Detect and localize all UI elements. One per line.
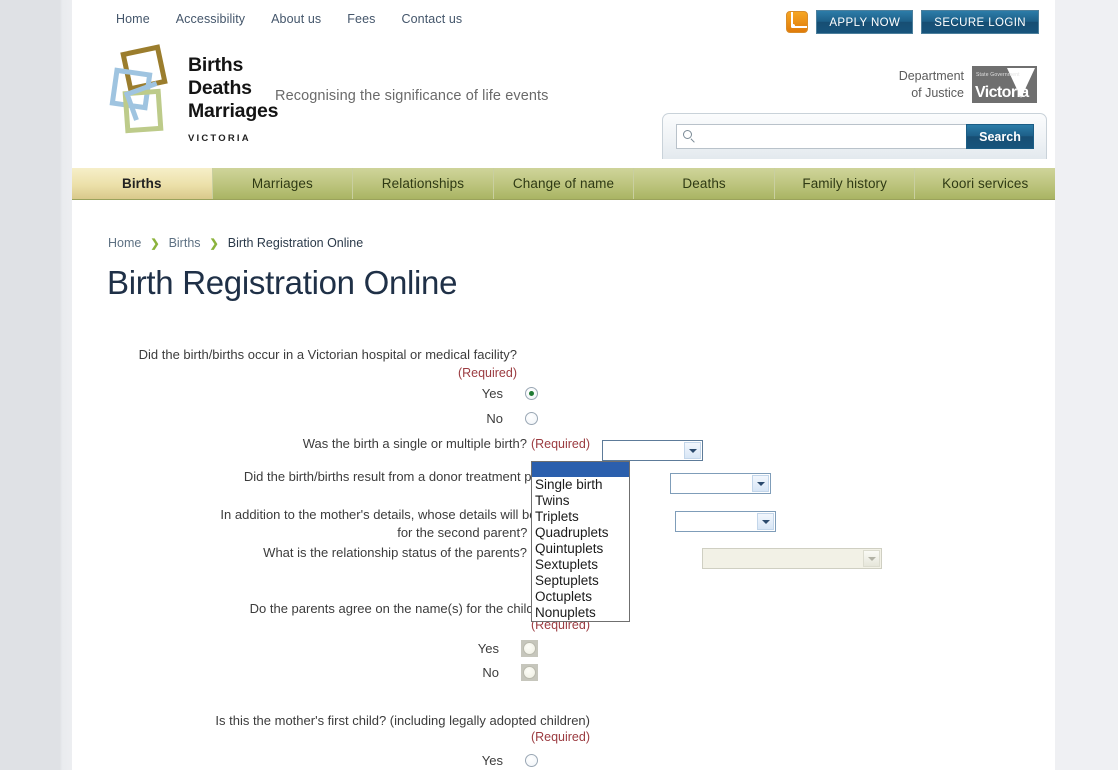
- main-nav: Births Marriages Relationships Change of…: [72, 168, 1056, 200]
- breadcrumb-item-current: Birth Registration Online: [227, 236, 364, 250]
- nav-item-change-of-name[interactable]: Change of name: [493, 168, 635, 199]
- department-line-1: Department: [898, 68, 964, 83]
- logo-line-marriages: Marriages: [188, 100, 279, 122]
- question-1-no-label: No: [486, 411, 503, 426]
- question-7-yes-radio[interactable]: [525, 754, 538, 767]
- question-6-no-radio: [523, 666, 536, 679]
- question-4-select[interactable]: [675, 511, 776, 532]
- question-7-required: (Required): [530, 730, 590, 744]
- utility-nav-item-about-us[interactable]: About us: [271, 12, 321, 26]
- logo-line-births: Births: [188, 54, 244, 76]
- search-input[interactable]: [676, 124, 966, 149]
- question-6-yes-radio: [523, 642, 536, 655]
- question-6-no-row: No: [72, 664, 538, 681]
- dropdown-option-triplets[interactable]: Triplets: [532, 509, 629, 525]
- nav-item-births[interactable]: Births: [72, 168, 213, 199]
- question-5-select: [702, 548, 882, 569]
- site-container: Home Accessibility About us Fees Contact…: [72, 0, 1056, 770]
- breadcrumb-separator-icon: ❯: [209, 237, 219, 250]
- site-tagline: Recognising the significance of life eve…: [275, 88, 549, 104]
- question-7-first-child: Is this the mother's first child? (inclu…: [72, 712, 590, 744]
- nav-item-koori-services[interactable]: Koori services: [915, 168, 1056, 199]
- question-2-multiple-birth: Was the birth a single or multiple birth…: [72, 435, 590, 453]
- chevron-down-icon[interactable]: [757, 513, 774, 530]
- department-text: Department of Justice: [899, 68, 964, 102]
- utility-nav-item-home[interactable]: Home: [116, 12, 150, 26]
- search-icon: [683, 130, 692, 139]
- question-1-no-radio[interactable]: [525, 412, 538, 425]
- dropdown-option-twins[interactable]: Twins: [532, 493, 629, 509]
- utility-nav-item-accessibility[interactable]: Accessibility: [176, 12, 245, 26]
- search-container: Search: [662, 113, 1047, 159]
- victoria-state-logo-icon: State Government Victoria: [972, 66, 1037, 103]
- breadcrumb-item-home[interactable]: Home: [108, 236, 141, 250]
- apply-now-button[interactable]: APPLY NOW: [816, 10, 914, 34]
- nav-item-marriages[interactable]: Marriages: [212, 168, 354, 199]
- question-7-text: Is this the mother's first child? (inclu…: [215, 713, 590, 728]
- utility-nav-item-fees[interactable]: Fees: [347, 12, 375, 26]
- question-5-text: What is the relationship status of the p…: [263, 545, 527, 560]
- dropdown-option-nonuplets[interactable]: Nonuplets: [532, 605, 629, 621]
- dropdown-option-single-birth[interactable]: Single birth: [532, 477, 629, 493]
- logo-line-victoria: VICTORIA: [188, 133, 251, 144]
- question-6-yes-radio-cell: [521, 640, 538, 657]
- victoria-text: Victoria: [975, 84, 1029, 101]
- logo-line-deaths: Deaths: [188, 77, 252, 99]
- question-6-yes-row: Yes: [72, 640, 538, 657]
- nav-item-family-history[interactable]: Family history: [774, 168, 916, 199]
- question-3-select[interactable]: [670, 473, 771, 494]
- chevron-down-icon[interactable]: [752, 475, 769, 492]
- question-1-yes-label: Yes: [481, 386, 503, 401]
- question-7-yes-row: Yes: [72, 753, 538, 768]
- question-1-required: (Required): [457, 366, 517, 380]
- question-1-no-row: No: [72, 411, 538, 426]
- breadcrumb-item-births[interactable]: Births: [169, 236, 201, 250]
- question-6-no-radio-cell: [521, 664, 538, 681]
- question-4-second-parent: In addition to the mother's details, who…: [72, 506, 590, 542]
- utility-nav-item-contact-us[interactable]: Contact us: [401, 12, 462, 26]
- question-7-yes-label: Yes: [481, 753, 503, 768]
- logo-wordmark: Births Deaths Marriages VICTORIA: [188, 54, 279, 150]
- dropdown-option-quadruplets[interactable]: Quadruplets: [532, 525, 629, 541]
- dropdown-option-blank[interactable]: [532, 462, 629, 477]
- breadcrumb-separator-icon: ❯: [150, 237, 160, 250]
- question-2-text: Was the birth a single or multiple birth…: [302, 436, 527, 451]
- utility-nav: Home Accessibility About us Fees Contact…: [116, 12, 462, 26]
- question-6-yes-label: Yes: [477, 641, 499, 656]
- question-3-donor: Did the birth/births result from a donor…: [72, 468, 590, 500]
- question-1-hospital: Did the birth/births occur in a Victoria…: [72, 346, 517, 382]
- question-1-label: Did the birth/births occur in a Victoria…: [139, 346, 517, 382]
- nav-item-relationships[interactable]: Relationships: [353, 168, 494, 199]
- question-5-relationship-status: What is the relationship status of the p…: [72, 544, 590, 562]
- question-2-select[interactable]: [602, 440, 703, 461]
- logo-squares-icon: [109, 44, 184, 140]
- search-button[interactable]: Search: [966, 124, 1034, 149]
- page-title: Birth Registration Online: [107, 264, 458, 301]
- secure-login-button[interactable]: SECURE LOGIN: [921, 10, 1039, 34]
- question-1-text: Did the birth/births occur in a Victoria…: [138, 347, 517, 362]
- dropdown-option-octuplets[interactable]: Octuplets: [532, 589, 629, 605]
- top-actions: APPLY NOW SECURE LOGIN: [786, 10, 1039, 34]
- question-6-agree-names: Do the parents agree on the name(s) for …: [72, 600, 590, 632]
- department-line-2: of Justice: [911, 85, 964, 100]
- page-root: Home Accessibility About us Fees Contact…: [0, 0, 1118, 770]
- dropdown-option-sextuplets[interactable]: Sextuplets: [532, 557, 629, 573]
- dropdown-option-quintuplets[interactable]: Quintuplets: [532, 541, 629, 557]
- question-1-yes-radio[interactable]: [525, 387, 538, 400]
- chevron-down-icon: [863, 550, 880, 567]
- rss-icon[interactable]: [786, 11, 809, 33]
- question-6-no-label: No: [482, 665, 499, 680]
- question-2-required: (Required): [530, 437, 590, 451]
- department-of-justice-logo: Department of Justice State Government V…: [899, 66, 1037, 103]
- breadcrumb: Home ❯ Births ❯ Birth Registration Onlin…: [108, 236, 363, 250]
- state-government-text: State Government: [976, 72, 1020, 78]
- nav-item-deaths[interactable]: Deaths: [634, 168, 775, 199]
- question-1-yes-row: Yes: [72, 386, 538, 401]
- chevron-down-icon[interactable]: [684, 442, 701, 459]
- question-4-text-line2: for the second parent?: [397, 525, 528, 540]
- question-2-dropdown-list[interactable]: Single birth Twins Triplets Quadruplets …: [531, 461, 630, 622]
- dropdown-option-septuplets[interactable]: Septuplets: [532, 573, 629, 589]
